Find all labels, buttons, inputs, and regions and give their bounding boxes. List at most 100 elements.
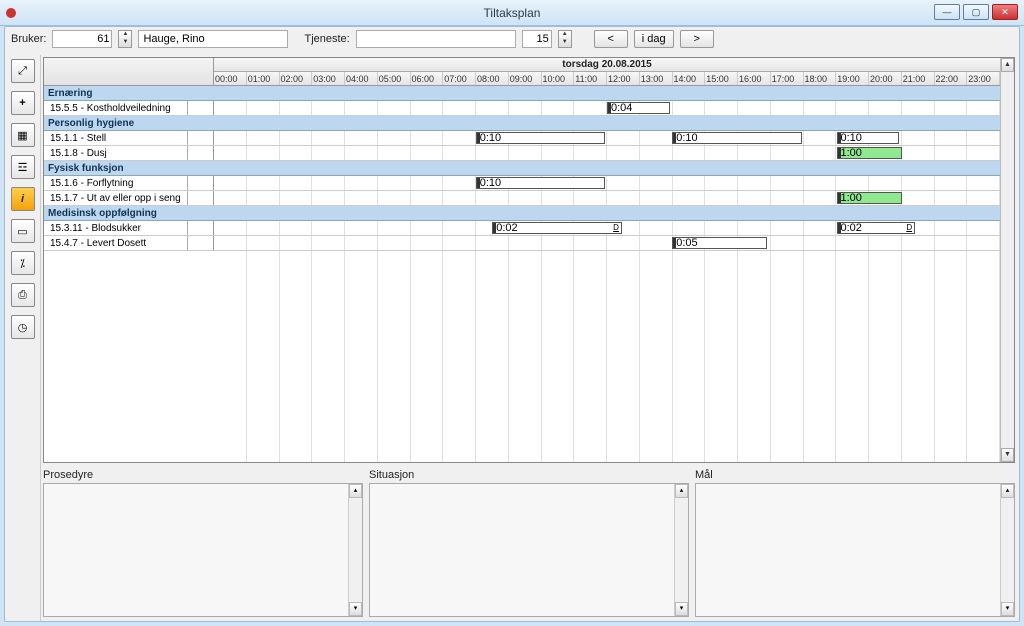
hour-cell: 15:00: [705, 72, 738, 85]
maximize-button[interactable]: ▢: [963, 4, 989, 20]
main-panel: Bruker: 61 ▲▼ Hauge, Rino Tjeneste: 15 ▲…: [4, 26, 1020, 622]
title-bar: Tiltaksplan — ▢ ✕: [0, 0, 1024, 26]
hour-cell: 07:00: [443, 72, 476, 85]
row-label[interactable]: 15.1.1 - Stell: [44, 131, 188, 145]
hour-cell: 10:00: [542, 72, 575, 85]
hour-cell: 23:00: [967, 72, 1000, 85]
chart-icon[interactable]: ⁒: [11, 251, 35, 275]
tjeneste-label: Tjeneste:: [304, 33, 349, 45]
bruker-name-input[interactable]: Hauge, Rino: [138, 30, 288, 48]
hour-cell: 16:00: [738, 72, 771, 85]
row-label[interactable]: 15.1.7 - Ut av eller opp i seng: [44, 191, 188, 205]
schedule-item[interactable]: 0:02D: [837, 222, 916, 234]
hour-cell: 09:00: [509, 72, 542, 85]
hour-cell: 05:00: [378, 72, 411, 85]
hour-cell: 19:00: [836, 72, 869, 85]
next-day-button[interactable]: >: [680, 30, 714, 48]
clipboard-icon[interactable]: ☲: [11, 155, 35, 179]
schedule-row: 15.1.6 - Forflytning 0:10: [44, 176, 1000, 191]
group-header: Personlig hygiene: [44, 116, 1000, 131]
schedule-item[interactable]: 0:10: [476, 132, 606, 144]
vertical-scrollbar[interactable]: ▲▼: [1000, 58, 1014, 462]
print-icon[interactable]: ⎙: [11, 283, 35, 307]
row-label[interactable]: 15.1.6 - Forflytning: [44, 176, 188, 190]
row-track[interactable]: 0:05: [214, 236, 1000, 250]
hour-cell: 06:00: [411, 72, 444, 85]
schedule-item[interactable]: 1:00: [837, 192, 902, 204]
group-header: Fysisk funksjon: [44, 161, 1000, 176]
info-icon[interactable]: i: [11, 187, 35, 211]
row-track[interactable]: 0:04: [214, 101, 1000, 115]
prosedyre-textarea[interactable]: ▴▾: [43, 483, 363, 617]
bruker-id-input[interactable]: 61: [52, 30, 112, 48]
row-label[interactable]: 15.1.8 - Dusj: [44, 146, 188, 160]
hour-cell: 00:00: [214, 72, 247, 85]
schedule-row: 15.1.8 - Dusj 1:00: [44, 146, 1000, 161]
schedule-grid: torsdag 20.08.2015 00:0001:0002:0003:000…: [43, 57, 1015, 463]
row-label[interactable]: 15.3.11 - Blodsukker: [44, 221, 188, 235]
mal-pane: Mål ▴▾: [695, 467, 1015, 617]
prev-day-button[interactable]: <: [594, 30, 628, 48]
clock-icon[interactable]: ◷: [11, 315, 35, 339]
group-header: Ernæring: [44, 86, 1000, 101]
row-track[interactable]: 1:00: [214, 191, 1000, 205]
row-label[interactable]: 15.5.5 - Kostholdveiledning: [44, 101, 188, 115]
schedule-item[interactable]: 0:10: [476, 177, 606, 189]
add-icon[interactable]: +: [11, 91, 35, 115]
row-label[interactable]: 15.4.7 - Levert Dosett: [44, 236, 188, 250]
schedule-item[interactable]: 0:10: [672, 132, 802, 144]
hour-cell: 04:00: [345, 72, 378, 85]
bruker-id-spinner[interactable]: ▲▼: [118, 30, 132, 48]
tjeneste-id-spinner[interactable]: ▲▼: [558, 30, 572, 48]
hour-cell: 11:00: [574, 72, 607, 85]
row-track[interactable]: 0:10 0:10 0:10: [214, 131, 1000, 145]
today-button[interactable]: i dag: [634, 30, 674, 48]
situasjon-label: Situasjon: [369, 467, 689, 483]
app-icon: [6, 8, 16, 18]
schedule-item[interactable]: 1:00: [837, 147, 902, 159]
top-toolbar: Bruker: 61 ▲▼ Hauge, Rino Tjeneste: 15 ▲…: [5, 27, 1019, 51]
row-track[interactable]: 0:10: [214, 176, 1000, 190]
minimize-button[interactable]: —: [934, 4, 960, 20]
situasjon-pane: Situasjon ▴▾: [369, 467, 689, 617]
schedule-item[interactable]: 0:10: [837, 132, 900, 144]
situasjon-textarea[interactable]: ▴▾: [369, 483, 689, 617]
expand-icon[interactable]: ⤢: [11, 59, 35, 83]
mal-label: Mål: [695, 467, 1015, 483]
close-button[interactable]: ✕: [992, 4, 1018, 20]
calendar-icon[interactable]: ▦: [11, 123, 35, 147]
hour-cell: 02:00: [280, 72, 313, 85]
schedule-row: 15.3.11 - Blodsukker 0:02D 0:02D: [44, 221, 1000, 236]
hour-cell: 17:00: [771, 72, 804, 85]
tjeneste-id-input[interactable]: 15: [522, 30, 552, 48]
hour-cell: 22:00: [935, 72, 968, 85]
schedule-item[interactable]: 0:02D: [492, 222, 622, 234]
hour-cell: 21:00: [902, 72, 935, 85]
date-header: torsdag 20.08.2015: [214, 58, 1000, 72]
schedule-row: 15.1.7 - Ut av eller opp i seng 1:00: [44, 191, 1000, 206]
schedule-item[interactable]: 0:04: [607, 102, 670, 114]
schedule-row: 15.1.1 - Stell 0:10 0:10 0:10: [44, 131, 1000, 146]
hour-cell: 03:00: [312, 72, 345, 85]
hour-cell: 12:00: [607, 72, 640, 85]
hour-cell: 08:00: [476, 72, 509, 85]
schedule-row: 15.4.7 - Levert Dosett 0:05: [44, 236, 1000, 251]
hour-cell: 18:00: [804, 72, 837, 85]
mal-textarea[interactable]: ▴▾: [695, 483, 1015, 617]
hour-cell: 01:00: [247, 72, 280, 85]
window-title: Tiltaksplan: [484, 6, 541, 20]
grid-corner: [44, 58, 214, 86]
bruker-label: Bruker:: [11, 33, 46, 45]
card-icon[interactable]: ▭: [11, 219, 35, 243]
hour-cell: 14:00: [673, 72, 706, 85]
prosedyre-label: Prosedyre: [43, 467, 363, 483]
hours-header: 00:0001:0002:0003:0004:0005:0006:0007:00…: [214, 72, 1000, 86]
row-track[interactable]: 1:00: [214, 146, 1000, 160]
schedule-row: 15.5.5 - Kostholdveiledning 0:04: [44, 101, 1000, 116]
tjeneste-input[interactable]: [356, 30, 516, 48]
group-header: Medisinsk oppfølgning: [44, 206, 1000, 221]
schedule-item[interactable]: 0:05: [672, 237, 766, 249]
row-track[interactable]: 0:02D 0:02D: [214, 221, 1000, 235]
hour-cell: 13:00: [640, 72, 673, 85]
prosedyre-pane: Prosedyre ▴▾: [43, 467, 363, 617]
